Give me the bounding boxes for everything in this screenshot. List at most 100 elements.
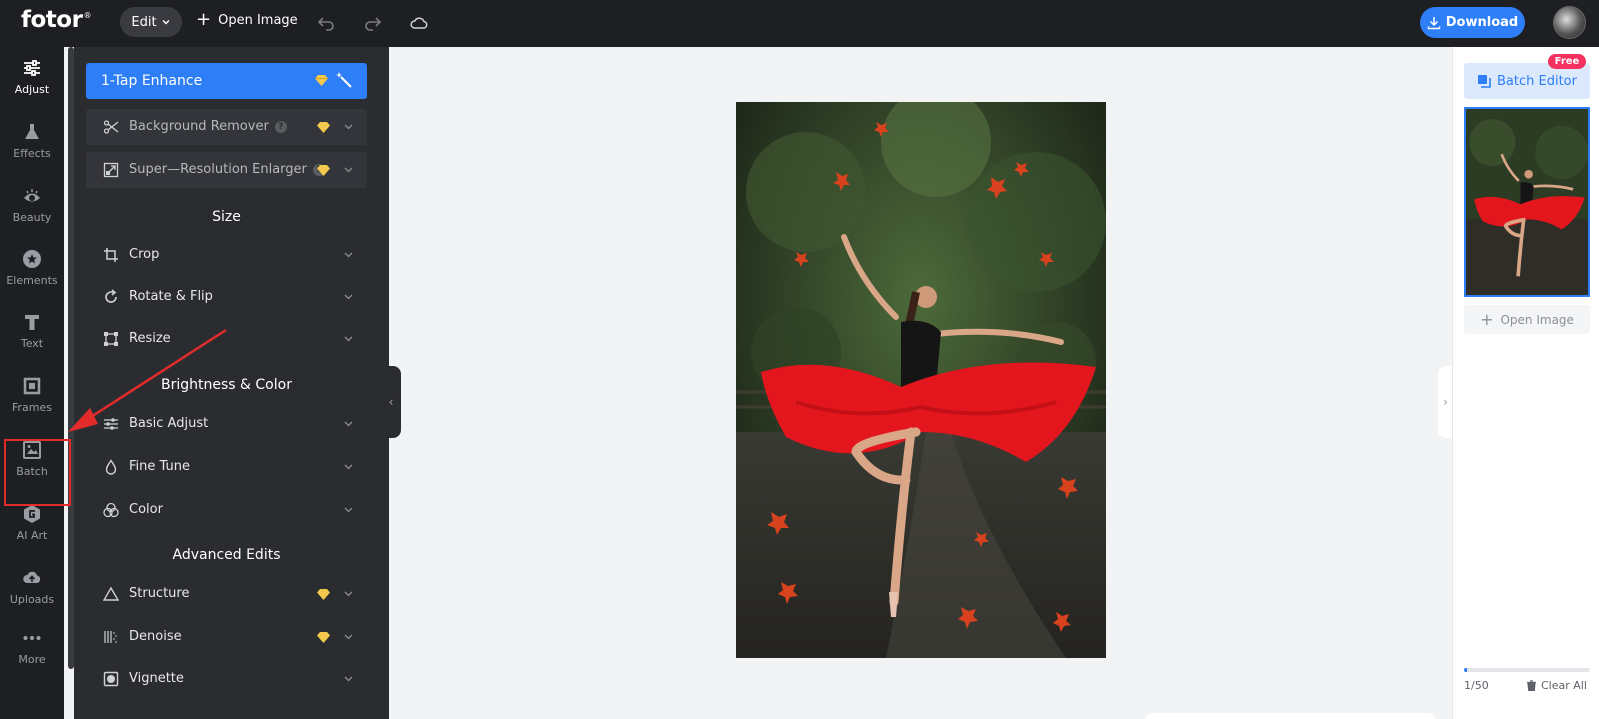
ai-art-icon: [24, 505, 40, 523]
annotation-arrow: [68, 328, 227, 432]
rail-label: Text: [20, 337, 44, 350]
clear-all-label: Clear All: [1541, 679, 1587, 692]
premium-diamond-icon: [315, 75, 328, 86]
batch-capacity-fill: [1464, 668, 1467, 672]
tool-rotate-flip[interactable]: Rotate & Flip: [86, 279, 367, 315]
sliders-icon: [24, 60, 40, 76]
fotor-logo[interactable]: fotor®: [21, 7, 91, 33]
chevron-down-icon: [344, 167, 353, 173]
cloud-icon[interactable]: [409, 13, 429, 33]
color-circles-icon: [103, 502, 119, 518]
batch-highlight-annotation: [4, 439, 71, 506]
rail-label: Frames: [11, 401, 52, 414]
premium-diamond-icon: [317, 589, 330, 600]
premium-diamond-icon: [317, 122, 330, 133]
zoom-control-bar[interactable]: [1145, 713, 1435, 719]
tool-label: Crop: [129, 247, 160, 262]
more-icon: [23, 636, 41, 640]
rail-item-beauty[interactable]: Beauty: [0, 175, 64, 235]
download-label: Download: [1445, 15, 1519, 30]
chevron-down-icon: [344, 507, 353, 513]
tool-crop[interactable]: Crop: [86, 237, 367, 273]
enlarge-icon: [103, 162, 119, 178]
free-badge: Free: [1548, 54, 1586, 69]
text-icon: [25, 315, 39, 330]
image-count: 1/50: [1464, 679, 1489, 692]
vignette-icon: [103, 671, 119, 687]
clear-all-button[interactable]: Clear All: [1526, 679, 1587, 692]
eye-icon: [24, 189, 40, 202]
dancer-thumbnail-illustration: [1466, 109, 1588, 295]
collapse-panel-button[interactable]: ‹: [381, 366, 401, 438]
rail-label: More: [18, 653, 46, 666]
tool-label: Background Remover?: [129, 119, 287, 134]
chevron-down-icon: [344, 421, 353, 427]
premium-diamond-icon: [317, 165, 330, 176]
rail-item-more[interactable]: More: [0, 617, 64, 677]
batch-stack-icon: [1478, 75, 1491, 88]
rail-label: Adjust: [14, 83, 50, 96]
chevron-down-icon: [344, 336, 353, 342]
tool-label: Super—Resolution Enlarger?: [129, 162, 325, 177]
frame-icon: [23, 377, 41, 395]
chevron-down-icon: [344, 464, 353, 470]
rail-item-effects[interactable]: Effects: [0, 111, 64, 171]
edit-menu-button[interactable]: Edit: [120, 7, 182, 37]
rail-item-uploads[interactable]: Uploads: [0, 557, 64, 617]
rotate-icon: [105, 289, 117, 303]
left-navigation-rail: Adjust Effects Beauty Elements Text Fram…: [0, 47, 64, 719]
tool-structure[interactable]: Structure: [86, 576, 367, 612]
crop-icon: [104, 248, 118, 262]
chevron-down-icon: [344, 676, 353, 682]
cloud-upload-icon: [23, 571, 41, 583]
rail-item-adjust[interactable]: Adjust: [0, 47, 64, 107]
undo-icon[interactable]: [316, 13, 336, 33]
chevron-down-icon: [344, 252, 353, 258]
tool-label: Denoise: [129, 629, 182, 644]
help-icon[interactable]: ?: [274, 120, 287, 133]
section-title-advanced-edits: Advanced Edits: [172, 547, 281, 563]
download-icon: [1427, 16, 1441, 29]
chevron-right-icon: ›: [1443, 395, 1448, 409]
triangle-icon: [103, 586, 119, 601]
chevron-down-icon: [344, 591, 353, 597]
open-image-button[interactable]: + Open Image: [196, 9, 298, 30]
expand-right-panel-button[interactable]: ›: [1438, 366, 1453, 438]
download-button[interactable]: Download: [1420, 7, 1525, 38]
rail-item-elements[interactable]: Elements: [0, 238, 64, 298]
denoise-icon: [104, 631, 117, 643]
add-image-label: Open Image: [1500, 312, 1574, 327]
top-bar: fotor® Edit + Open Image Download: [0, 0, 1599, 47]
rail-item-frames[interactable]: Frames: [0, 365, 64, 425]
user-avatar[interactable]: [1553, 6, 1586, 39]
one-tap-enhance-button[interactable]: 1-Tap Enhance: [86, 63, 367, 99]
plus-icon: +: [196, 9, 212, 30]
one-tap-enhance-label: 1-Tap Enhance: [101, 73, 203, 89]
background-remover-card[interactable]: Background Remover?: [86, 109, 367, 145]
tool-color[interactable]: Color: [86, 492, 367, 528]
redo-icon[interactable]: [363, 13, 383, 33]
tool-denoise[interactable]: Denoise: [86, 619, 367, 655]
trash-icon: [1527, 680, 1536, 691]
tool-fine-tune[interactable]: Fine Tune: [86, 449, 367, 485]
rail-label: Elements: [6, 274, 58, 287]
scissors-icon: [103, 120, 119, 134]
premium-diamond-icon: [317, 632, 330, 643]
magic-wand-icon: [336, 72, 352, 88]
selected-image-thumbnail[interactable]: [1464, 107, 1590, 297]
rail-item-text[interactable]: Text: [0, 301, 64, 361]
tool-label: Color: [129, 502, 163, 517]
batch-right-panel: Batch Editor Free + Open Image 1/50 Clea…: [1452, 47, 1599, 719]
rail-label: Uploads: [9, 593, 55, 606]
tool-vignette[interactable]: Vignette: [86, 661, 367, 697]
add-image-button[interactable]: + Open Image: [1464, 305, 1590, 334]
rail-label: Effects: [13, 147, 51, 160]
canvas-photo[interactable]: [736, 102, 1106, 658]
flask-icon: [25, 124, 39, 139]
section-title-size: Size: [212, 209, 241, 225]
chevron-down-icon: [344, 124, 353, 130]
super-resolution-enlarger-card[interactable]: Super—Resolution Enlarger?: [86, 152, 367, 188]
tool-label: Structure: [129, 586, 190, 601]
dancer-photo-illustration: [736, 102, 1106, 658]
plus-icon: +: [1480, 310, 1494, 329]
